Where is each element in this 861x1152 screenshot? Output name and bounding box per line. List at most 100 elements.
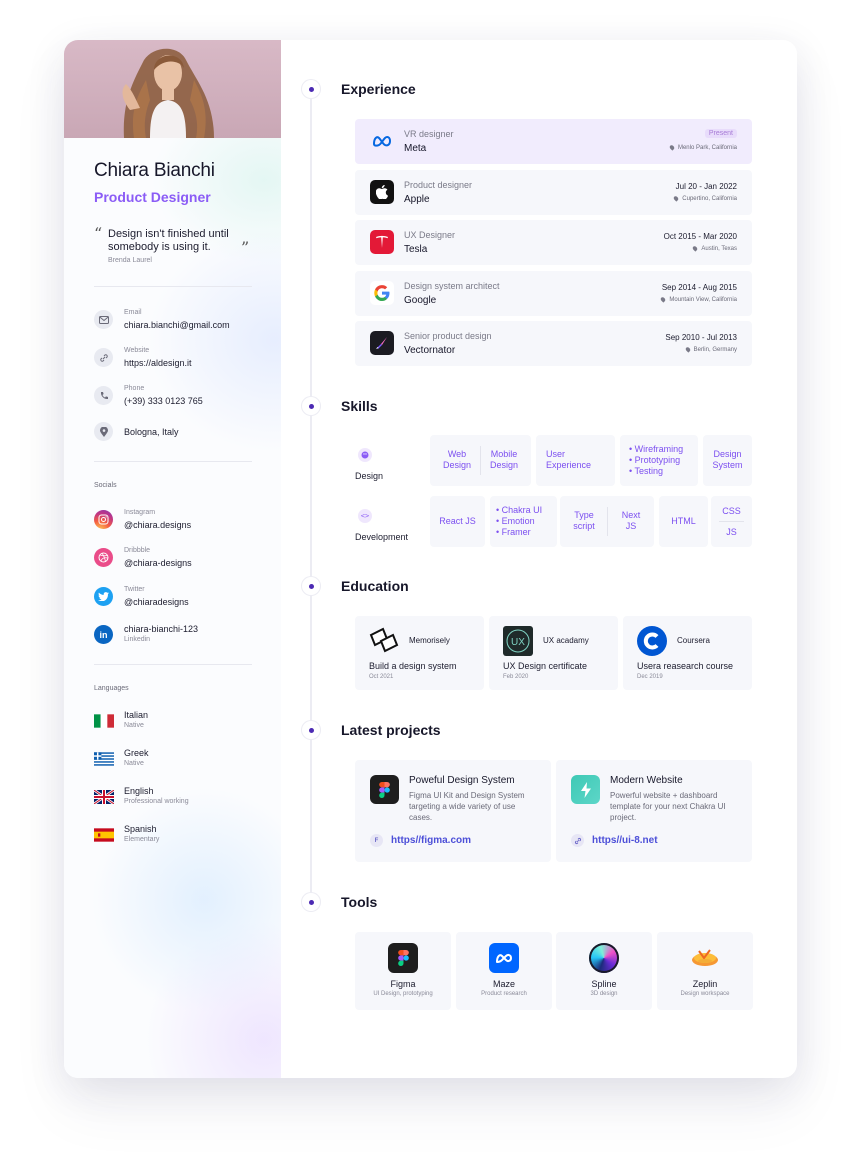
location-text: Austin, Texas bbox=[701, 246, 737, 253]
skill-category-design: Design bbox=[355, 445, 415, 489]
divider bbox=[719, 521, 744, 522]
education-date: Oct 2021 bbox=[369, 674, 394, 680]
tool-card[interactable]: Figma UI Design, prototyping bbox=[355, 932, 451, 1010]
skill-group: User Experience bbox=[536, 435, 615, 486]
contact-value: https://aldesign.it bbox=[124, 358, 192, 368]
experience-date: Jul 20 - Jan 2022 bbox=[675, 182, 737, 191]
project-link[interactable]: F https//figma.com bbox=[370, 834, 540, 848]
languages-heading: Languages bbox=[94, 685, 129, 692]
skill-text: Chakra UI bbox=[501, 505, 543, 515]
experience-item[interactable]: Senior product design Vectornator Sep 20… bbox=[355, 321, 752, 366]
profile-name: Chiara Bianchi bbox=[94, 160, 215, 181]
contact-website[interactable]: Website https://aldesign.it bbox=[94, 347, 264, 374]
meta-logo-icon bbox=[370, 129, 394, 153]
language-english: English Professional working bbox=[94, 786, 264, 813]
divider bbox=[94, 664, 252, 665]
language-level: Native bbox=[124, 722, 144, 729]
social-label: Twitter bbox=[124, 586, 145, 593]
quote-author: Brenda Laurel bbox=[108, 257, 152, 264]
italy-flag-icon bbox=[94, 714, 114, 728]
tool-description: Design workspace bbox=[680, 991, 730, 997]
skill-tag: • Emotion bbox=[496, 516, 535, 526]
pin-icon bbox=[692, 245, 699, 252]
tesla-logo-icon bbox=[370, 230, 394, 254]
tool-card[interactable]: Maze Product research bbox=[456, 932, 552, 1010]
zeplin-logo-icon bbox=[690, 943, 720, 973]
language-level: Professional working bbox=[124, 798, 189, 805]
skill-group: Type script Next JS bbox=[560, 496, 654, 547]
skill-tag: • Framer bbox=[496, 527, 531, 537]
experience-company: Meta bbox=[404, 143, 427, 154]
skill-text: Wireframing bbox=[634, 444, 684, 454]
google-logo-icon bbox=[370, 281, 394, 305]
social-linkedin[interactable]: in chiara-bianchi-123 Linkedin bbox=[94, 624, 264, 651]
social-label: Instagram bbox=[124, 509, 156, 516]
project-link-text[interactable]: https//ui-8.net bbox=[592, 835, 658, 846]
project-card[interactable]: Modern Website Powerful website + dashbo… bbox=[556, 760, 752, 862]
location-text: Berlin, Germany bbox=[693, 347, 737, 354]
tool-card[interactable]: Zeplin Design workspace bbox=[657, 932, 753, 1010]
contact-label: Email bbox=[124, 309, 142, 316]
tool-card[interactable]: Spline 3D design bbox=[556, 932, 652, 1010]
divider bbox=[480, 446, 481, 475]
experience-item[interactable]: UX Designer Tesla Oct 2015 - Mar 2020 Au… bbox=[355, 220, 752, 265]
project-card[interactable]: Poweful Design System Figma UI Kit and D… bbox=[355, 760, 551, 862]
project-title: Poweful Design System bbox=[409, 775, 515, 786]
experience-item[interactable]: Design system architect Google Sep 2014 … bbox=[355, 271, 752, 316]
skill-text: Emotion bbox=[501, 516, 535, 526]
social-dribbble[interactable]: Dribbble @chiara-designs bbox=[94, 547, 264, 574]
skill-text: Prototyping bbox=[634, 455, 681, 465]
language-name: Italian bbox=[124, 710, 149, 720]
pin-icon bbox=[673, 195, 680, 202]
education-item[interactable]: UX UX acadamy UX Design certificate Feb … bbox=[489, 616, 618, 690]
education-org: Coursera bbox=[677, 636, 710, 645]
experience-date: Sep 2010 - Jul 2013 bbox=[665, 333, 737, 342]
language-greek: Greek Native bbox=[94, 748, 264, 775]
skill-group: HTML bbox=[659, 496, 708, 547]
divider bbox=[607, 507, 608, 536]
tool-description: UI Design, prototyping bbox=[373, 991, 433, 997]
projects-heading: Latest projects bbox=[341, 722, 441, 738]
social-handle: @chiaradesigns bbox=[124, 597, 189, 607]
language-level: Elementary bbox=[124, 836, 160, 843]
social-instagram[interactable]: Instagram @chiara.designs bbox=[94, 509, 264, 536]
greece-flag-icon bbox=[94, 752, 114, 766]
project-link[interactable]: https//ui-8.net bbox=[571, 834, 741, 848]
language-name: English bbox=[124, 786, 154, 796]
experience-role: UX Designer bbox=[404, 230, 456, 240]
apple-logo-icon bbox=[370, 180, 394, 204]
contact-label: Phone bbox=[124, 385, 145, 392]
experience-role: Design system architect bbox=[404, 281, 500, 291]
contact-phone[interactable]: Phone (+39) 333 0123 765 bbox=[94, 385, 264, 412]
contact-value: chiara.bianchi@gmail.com bbox=[124, 320, 230, 330]
location-text: Menlo Park, California bbox=[677, 145, 737, 152]
profile-sidebar: Chiara Bianchi Product Designer “ Design… bbox=[64, 40, 281, 1078]
skill-tag: React JS bbox=[439, 516, 476, 526]
skill-tag: CSS bbox=[722, 506, 741, 516]
education-item[interactable]: Memorisely Build a design system Oct 202… bbox=[355, 616, 484, 690]
dribbble-icon bbox=[94, 548, 113, 567]
palette-icon bbox=[358, 448, 372, 462]
education-item[interactable]: Coursera Usera reasearch course Dec 2019 bbox=[623, 616, 752, 690]
experience-item[interactable]: Product designer Apple Jul 20 - Jan 2022… bbox=[355, 170, 752, 215]
profile-photo bbox=[64, 40, 281, 138]
skill-tag: HTML bbox=[671, 516, 696, 526]
social-twitter[interactable]: Twitter @chiaradesigns bbox=[94, 586, 264, 613]
location-icon bbox=[94, 422, 113, 441]
vectornator-logo-icon bbox=[370, 331, 394, 355]
close-quote-icon: ” bbox=[241, 238, 250, 257]
education-heading: Education bbox=[341, 578, 409, 594]
resume-card: Chiara Bianchi Product Designer “ Design… bbox=[64, 40, 797, 1078]
project-link-text[interactable]: https//figma.com bbox=[391, 835, 471, 846]
experience-item[interactable]: VR designer Meta Present Menlo Park, Cal… bbox=[355, 119, 752, 164]
open-quote-icon: “ bbox=[94, 224, 103, 243]
skill-tag: JS bbox=[726, 527, 737, 537]
skill-group: • Chakra UI • Emotion • Framer bbox=[490, 496, 557, 547]
skill-tag: Type script bbox=[573, 510, 595, 531]
instagram-icon bbox=[94, 510, 113, 529]
social-label: Dribbble bbox=[124, 547, 151, 554]
language-name: Spanish bbox=[124, 824, 157, 834]
skill-category-development: <> Development bbox=[355, 506, 415, 550]
contact-location: Bologna, Italy bbox=[94, 422, 264, 448]
contact-email[interactable]: Email chiara.bianchi@gmail.com bbox=[94, 309, 264, 336]
